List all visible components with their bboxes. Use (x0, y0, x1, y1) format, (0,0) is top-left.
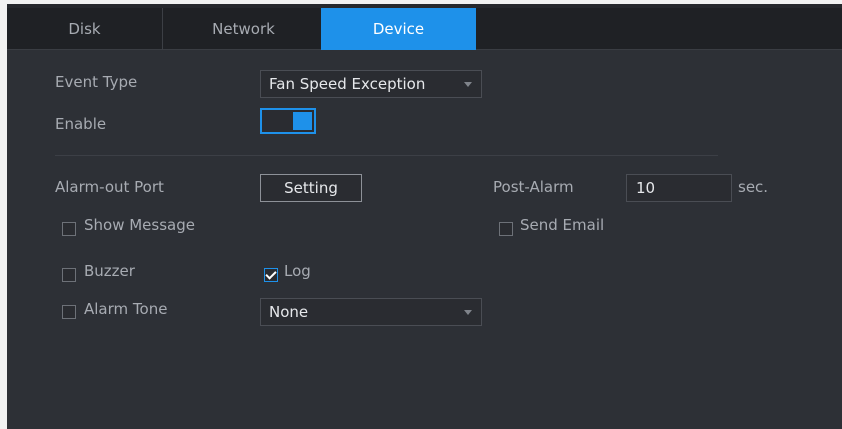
event-type-select[interactable]: Fan Speed Exception (260, 70, 482, 98)
buzzer-label: Buzzer (84, 262, 135, 280)
post-alarm-unit: sec. (738, 178, 769, 196)
event-type-value: Fan Speed Exception (269, 75, 426, 93)
show-message-checkbox[interactable] (62, 222, 76, 236)
chevron-down-icon (464, 310, 472, 315)
alarm-tone-checkbox[interactable] (62, 305, 76, 319)
section-divider (55, 155, 718, 156)
buzzer-checkbox[interactable] (62, 268, 76, 282)
log-label: Log (284, 262, 311, 280)
show-message-label: Show Message (84, 216, 195, 234)
tab-disk[interactable]: Disk (7, 8, 163, 50)
settings-panel: Disk Network Device Event Type Fan Speed… (7, 4, 842, 429)
log-checkbox[interactable] (264, 268, 278, 282)
alarm-tone-select[interactable]: None (260, 298, 482, 326)
tab-device[interactable]: Device (321, 8, 476, 50)
send-email-label: Send Email (520, 216, 605, 234)
send-email-checkbox[interactable] (499, 222, 513, 236)
enable-toggle[interactable] (260, 108, 316, 134)
tab-network[interactable]: Network (166, 8, 321, 50)
toggle-knob (293, 112, 312, 130)
post-alarm-label: Post-Alarm (493, 178, 574, 196)
enable-label: Enable (55, 115, 107, 133)
alarm-out-port-label: Alarm-out Port (55, 178, 164, 196)
setting-button[interactable]: Setting (260, 174, 362, 202)
tab-bar: Disk Network Device (7, 4, 842, 50)
event-type-label: Event Type (55, 73, 138, 91)
chevron-down-icon (464, 82, 472, 87)
post-alarm-input[interactable]: 10 (626, 174, 732, 202)
alarm-tone-label: Alarm Tone (84, 300, 168, 318)
alarm-tone-value: None (269, 303, 309, 321)
